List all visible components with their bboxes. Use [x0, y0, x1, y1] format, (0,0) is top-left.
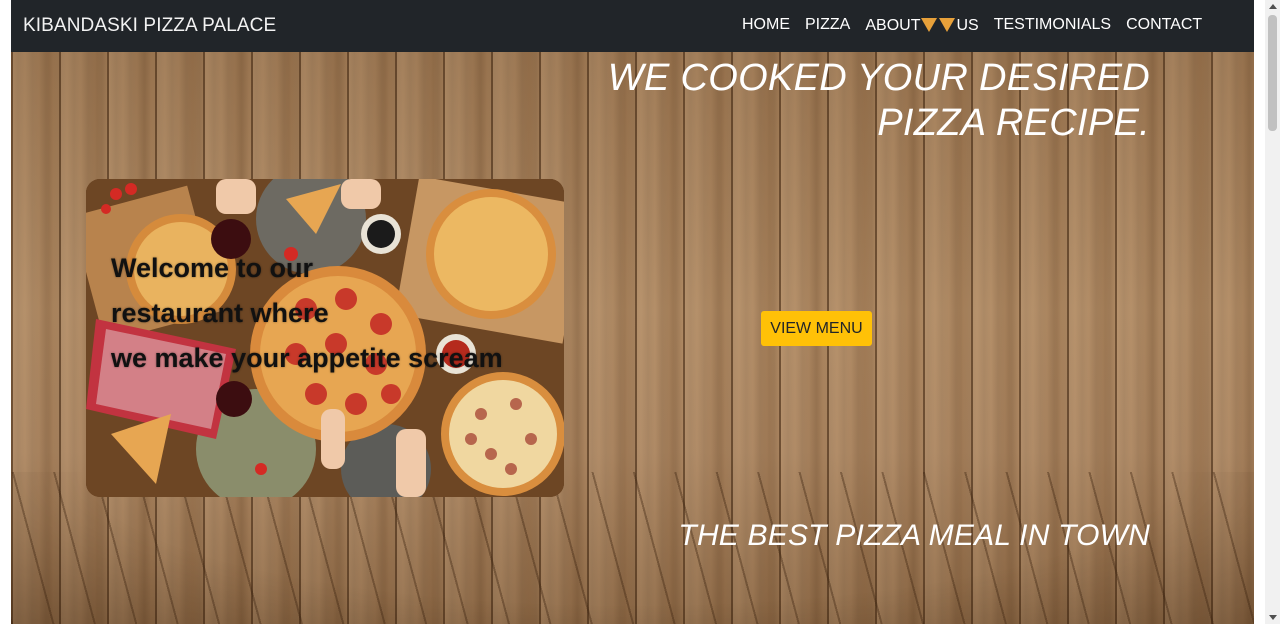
nav-link-contact[interactable]: CONTACT	[1126, 16, 1202, 35]
welcome-line1: Welcome to our	[111, 253, 314, 283]
hero-headline-line1: WE COOKED YOUR DESIRED	[607, 57, 1150, 99]
nav-link-about-suffix: US	[956, 17, 979, 34]
pizza-slice-icon	[939, 18, 956, 32]
navbar: KIBANDASKI PIZZA PALACE HOME PIZZA ABOUT…	[11, 0, 1254, 52]
welcome-line2: restaurant where	[111, 298, 329, 328]
vertical-scrollbar[interactable]	[1265, 0, 1280, 624]
welcome-line3: we make your appetite scream	[111, 343, 503, 373]
pizza-image-card: Welcome to our restaurant where we make …	[86, 179, 564, 497]
hero-tagline: THE BEST PIZZA MEAL IN TOWN	[678, 519, 1150, 552]
view-menu-button[interactable]: VIEW MENU	[761, 311, 872, 346]
scroll-down-arrow-icon[interactable]	[1269, 615, 1277, 620]
left-gutter	[0, 0, 11, 624]
brand-logo-text[interactable]: KIBANDASKI PIZZA PALACE	[23, 15, 276, 37]
scroll-up-arrow-icon[interactable]	[1269, 4, 1277, 9]
nav-link-testimonials[interactable]: TESTIMONIALS	[994, 16, 1111, 35]
hero-headline: WE COOKED YOUR DESIRED PIZZA RECIPE.	[608, 56, 1150, 146]
hero-headline-line2: PIZZA RECIPE.	[877, 102, 1150, 144]
nav-link-about-prefix: ABOUT	[865, 17, 921, 34]
nav-links: HOME PIZZA ABOUT US TESTIMONIALS CONTACT	[742, 16, 1202, 35]
page: WE COOKED YOUR DESIRED PIZZA RECIPE. Wel…	[11, 0, 1254, 624]
nav-link-home[interactable]: HOME	[742, 16, 790, 35]
scrollbar-thumb[interactable]	[1268, 15, 1277, 131]
nav-link-about-us[interactable]: ABOUT US	[865, 16, 978, 35]
pizza-slice-icon	[921, 18, 938, 32]
right-gutter	[1254, 0, 1265, 624]
welcome-message: Welcome to our restaurant where we make …	[111, 246, 561, 381]
nav-link-pizza[interactable]: PIZZA	[805, 16, 850, 35]
hero-section: WE COOKED YOUR DESIRED PIZZA RECIPE. Wel…	[11, 52, 1254, 624]
